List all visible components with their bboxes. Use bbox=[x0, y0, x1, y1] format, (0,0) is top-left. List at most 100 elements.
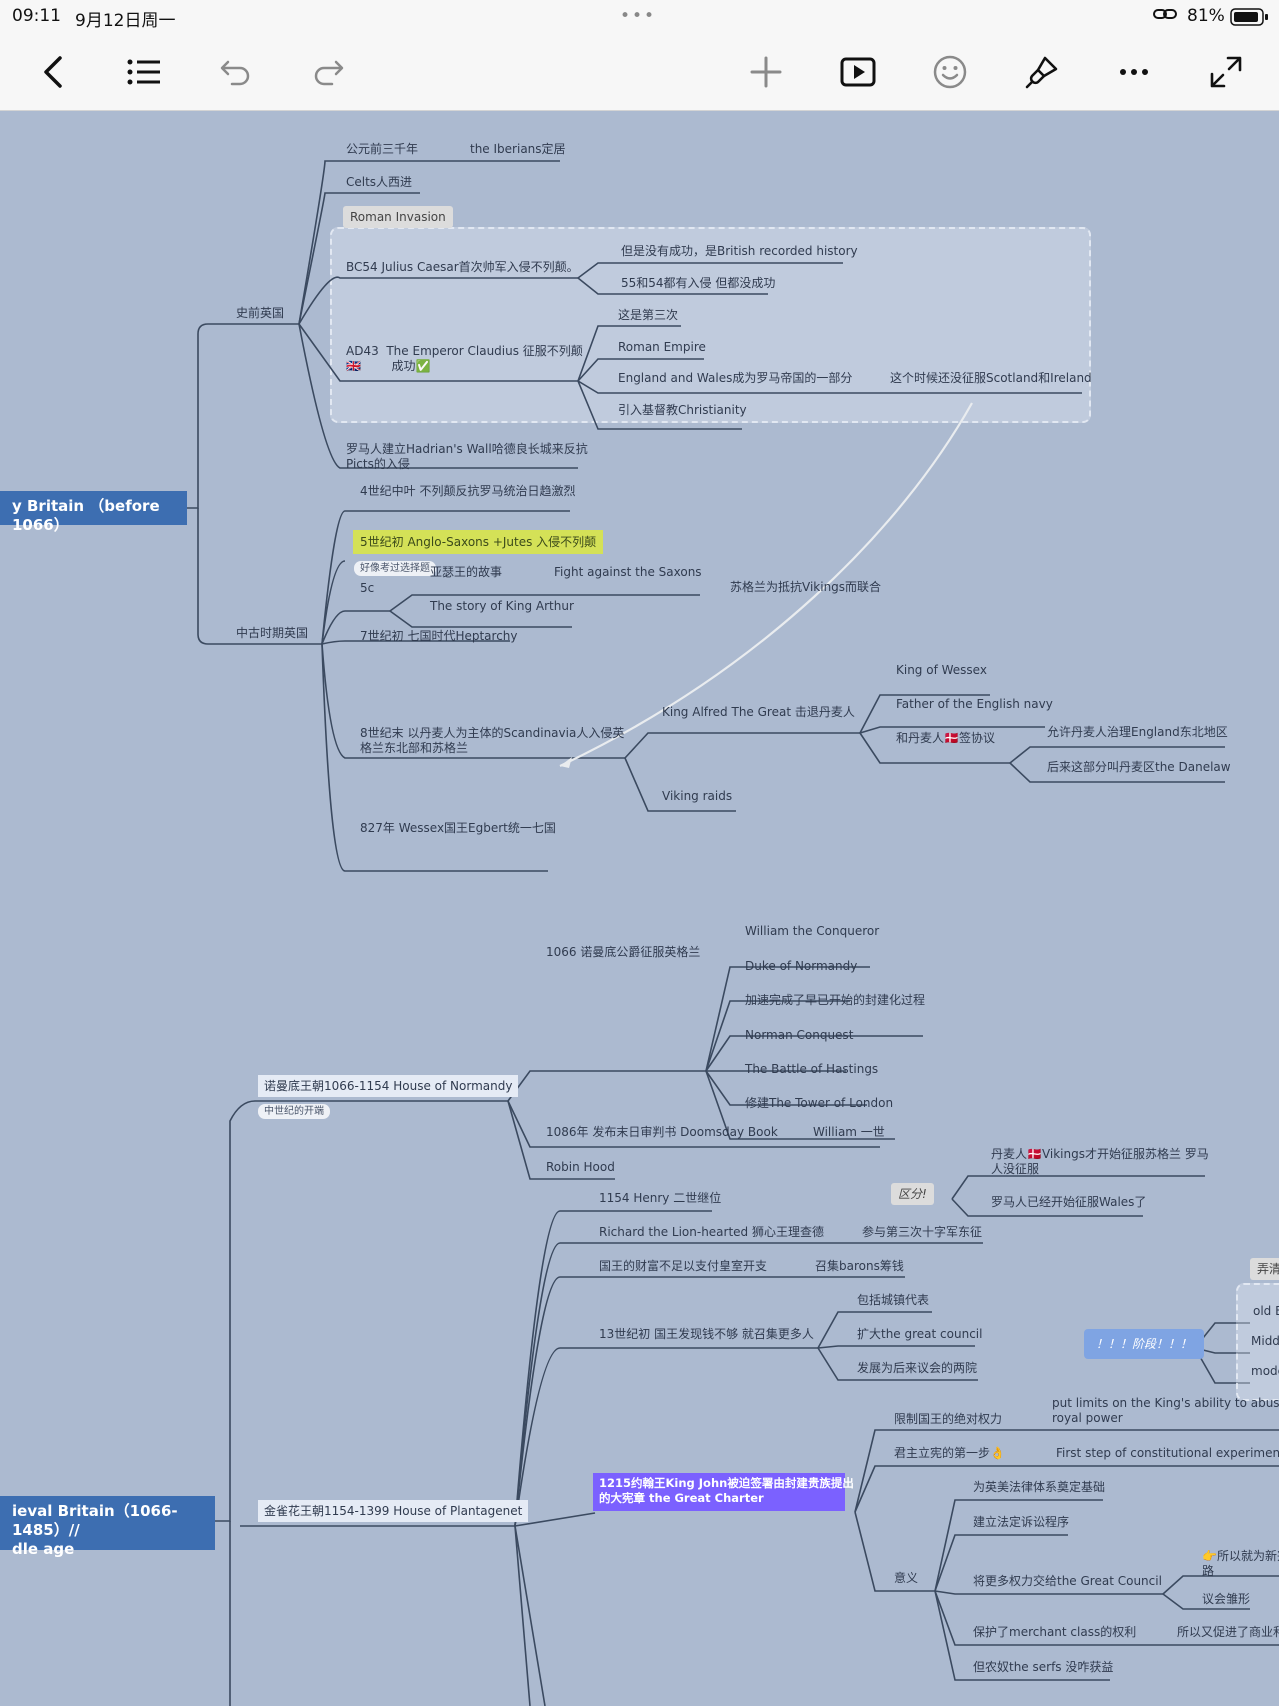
node-ad43-christianity[interactable]: 引入基督教Christianity bbox=[618, 403, 747, 418]
sticker-button[interactable] bbox=[926, 48, 974, 96]
node-summon-barons[interactable]: 召集barons筹钱 bbox=[815, 1259, 904, 1274]
battery-icon bbox=[1230, 7, 1270, 32]
fullscreen-button[interactable] bbox=[1202, 48, 1250, 96]
boundary-title-roman-invasion[interactable]: Roman Invasion bbox=[343, 206, 453, 228]
back-button[interactable] bbox=[30, 48, 78, 96]
node-king-of-wessex[interactable]: King of Wessex bbox=[896, 663, 987, 678]
node-significance[interactable]: 意义 bbox=[894, 1571, 918, 1586]
node-royal-wealth[interactable]: 国王的财富不足以支付皇室开支 bbox=[599, 1259, 767, 1274]
tag-medieval-start[interactable]: 中世纪的开端 bbox=[258, 1104, 330, 1119]
format-button[interactable] bbox=[1018, 48, 1066, 96]
node-two-houses[interactable]: 发展为后来议会的两院 bbox=[857, 1361, 977, 1376]
node-battle-of-hastings[interactable]: The Battle of Hastings bbox=[745, 1062, 878, 1077]
node-robin-hood[interactable]: Robin Hood bbox=[546, 1160, 615, 1175]
boundary-title-stages[interactable]: 弄清 bbox=[1250, 1258, 1279, 1280]
node-bc54-55-54[interactable]: 55和54都有入侵 但都没成功 bbox=[621, 276, 775, 291]
node-legal-procedure[interactable]: 建立法定诉讼程序 bbox=[973, 1515, 1069, 1530]
node-romans-wales[interactable]: 罗马人已经开始征服Wales了 bbox=[991, 1195, 1146, 1210]
more-button[interactable] bbox=[1110, 48, 1158, 96]
node-danish-treaty[interactable]: 和丹麦人🇩🇰签协议 bbox=[896, 731, 995, 746]
node-bc54[interactable]: BC54 Julius Caesar首次帅军入侵不列颠。 bbox=[346, 260, 579, 275]
node-827-egbert[interactable]: 827年 Wessex国王Egbert统一七国 bbox=[360, 821, 556, 836]
node-william-first[interactable]: William 一世 bbox=[813, 1125, 885, 1140]
more-icon bbox=[1120, 69, 1148, 75]
node-danes-scotland[interactable]: 丹麦人🇩🇰Vikings才开始征服苏格兰 罗马 人没征服 bbox=[991, 1147, 1209, 1177]
node-3000bc[interactable]: 公元前三千年 bbox=[346, 142, 418, 157]
node-merchant-rights[interactable]: 保护了merchant class的权利 bbox=[973, 1625, 1136, 1640]
undo-button[interactable] bbox=[212, 48, 260, 96]
node-henry-second[interactable]: 1154 Henry 二世继位 bbox=[599, 1191, 721, 1206]
node-norman-conquest[interactable]: Norman Conquest bbox=[745, 1028, 853, 1043]
node-13th-century[interactable]: 13世纪初 国王发现钱不够 就召集更多人 bbox=[599, 1327, 814, 1342]
node-king-alfred[interactable]: King Alfred The Great 击退丹麦人 bbox=[662, 705, 855, 720]
node-doomsday-book[interactable]: 1086年 发布末日审判书 Doomsday Book bbox=[546, 1125, 778, 1140]
node-medieval-early[interactable]: 中古时期英国 bbox=[236, 626, 308, 641]
node-4th-century[interactable]: 4世纪中叶 不列颠反抗罗马统治日趋激烈 bbox=[360, 484, 575, 499]
node-duke-of-normandy[interactable]: Duke of Normandy bbox=[745, 959, 857, 974]
mindmap-canvas[interactable]: y Britain （before 1066） ieval Britain（10… bbox=[0, 111, 1279, 1706]
node-legal-system[interactable]: 为英美法律体系奠定基础 bbox=[973, 1480, 1105, 1495]
node-limit-power[interactable]: 限制国王的绝对权力 bbox=[894, 1412, 1002, 1427]
node-arthur-story-cn[interactable]: 亚瑟王的故事 bbox=[430, 565, 502, 580]
node-great-council[interactable]: 扩大the great council bbox=[857, 1327, 982, 1342]
node-danelaw[interactable]: 后来这部分叫丹麦区the Danelaw bbox=[1047, 760, 1231, 775]
node-old-english[interactable]: old E bbox=[1253, 1304, 1279, 1319]
node-town-reps[interactable]: 包括城镇代表 bbox=[857, 1293, 929, 1308]
node-danes-govern[interactable]: 允许丹麦人治理England东北地区 bbox=[1047, 725, 1228, 740]
node-7th-century[interactable]: 7世纪初 七国时代Heptarchy bbox=[360, 629, 518, 644]
node-ad43-scotland-ireland[interactable]: 这个时候还没征服Scotland和Ireland bbox=[890, 371, 1092, 386]
root-early-britain[interactable]: y Britain （before 1066） bbox=[0, 491, 187, 534]
undo-icon bbox=[220, 60, 250, 86]
status-time: 09:11 bbox=[12, 6, 61, 26]
node-celts[interactable]: Celts人西进 bbox=[346, 175, 412, 190]
node-ad43[interactable]: AD43 The Emperor Claudius 征服不列颠 🇬🇧 成功✅ bbox=[346, 344, 583, 374]
node-iberians[interactable]: the Iberians定居 bbox=[470, 142, 566, 157]
expand-icon bbox=[1210, 56, 1242, 88]
node-5c[interactable]: 5c bbox=[360, 581, 374, 596]
node-first-step[interactable]: 君主立宪的第一步👌 bbox=[894, 1446, 1005, 1461]
tag-exam-question[interactable]: 好像考过选择题 bbox=[354, 561, 436, 576]
node-commerce[interactable]: 所以又促进了商业和 bbox=[1177, 1625, 1279, 1640]
relation-label-scotland[interactable]: 苏格兰为抵抗Vikings而联合 bbox=[730, 580, 881, 595]
node-serfs[interactable]: 但农奴the serfs 没咋获益 bbox=[973, 1660, 1113, 1675]
node-arthur-fight[interactable]: Fight against the Saxons bbox=[554, 565, 702, 580]
battery-percent: 81% bbox=[1187, 6, 1225, 26]
root-medieval-britain[interactable]: ieval Britain（1066-1485）// dle age bbox=[0, 1496, 215, 1558]
node-viking-raids[interactable]: Viking raids bbox=[662, 789, 732, 804]
redo-button[interactable] bbox=[304, 48, 352, 96]
status-date: 9月12日周一 bbox=[75, 11, 176, 31]
node-1066-conquest[interactable]: 1066 诺曼底公爵征服英格兰 bbox=[546, 945, 700, 960]
multitask-dots-icon[interactable]: ••• bbox=[620, 6, 656, 26]
node-magna-carta[interactable]: 1215约翰王King John被迫签署由封建贵族提出 的大宪章 the Gre… bbox=[593, 1473, 854, 1511]
node-richard-lionheart[interactable]: Richard the Lion-hearted 狮心王理查德 bbox=[599, 1225, 824, 1240]
play-button[interactable] bbox=[834, 48, 882, 96]
outline-button[interactable] bbox=[120, 48, 168, 96]
node-ad43-third[interactable]: 这是第三次 bbox=[618, 308, 678, 323]
node-feudalization[interactable]: 加速完成了早已开始的封建化过程 bbox=[745, 993, 925, 1008]
node-house-of-plantagenet[interactable]: 金雀花王朝1154-1399 House of Plantagenet bbox=[258, 1500, 529, 1522]
node-hadrian-wall[interactable]: 罗马人建立Hadrian's Wall哈德良长城来反抗 Picts的入侵 bbox=[346, 442, 588, 472]
tag-stages[interactable]: ！！！阶段！！！ bbox=[1084, 1329, 1205, 1359]
node-tower-of-london[interactable]: 修建The Tower of London bbox=[745, 1096, 893, 1111]
node-ad43-england-wales[interactable]: England and Wales成为罗马帝国的一部分 bbox=[618, 371, 852, 386]
node-new-path[interactable]: 👉所以就为新兴 路 bbox=[1202, 1549, 1279, 1579]
node-modern-english[interactable]: mode bbox=[1251, 1364, 1279, 1379]
node-ad43-empire[interactable]: Roman Empire bbox=[618, 340, 706, 355]
node-father-of-navy[interactable]: Father of the English navy bbox=[896, 697, 1053, 712]
node-limit-power-en[interactable]: put limits on the King's ability to abus… bbox=[1052, 1396, 1279, 1426]
node-parliament-prototype[interactable]: 议会雏形 bbox=[1202, 1592, 1250, 1607]
node-first-step-en[interactable]: First step of constitutional experiment bbox=[1056, 1446, 1279, 1461]
node-prehistoric[interactable]: 史前英国 bbox=[236, 306, 284, 321]
add-node-button[interactable] bbox=[742, 48, 790, 96]
node-8th-century[interactable]: 8世纪末 以丹麦人为主体的Scandinavia人入侵英 格兰东北部和苏格兰 bbox=[360, 726, 624, 756]
node-middle-english[interactable]: Midd bbox=[1251, 1334, 1279, 1349]
paintbrush-icon bbox=[1025, 56, 1058, 89]
node-arthur-story-en[interactable]: The story of King Arthur bbox=[430, 599, 574, 614]
tag-distinguish[interactable]: 区分! bbox=[891, 1183, 934, 1205]
node-bc54-failed[interactable]: 但是没有成功，是British recorded history bbox=[621, 244, 858, 259]
node-house-of-normandy[interactable]: 诺曼底王朝1066-1154 House of Normandy bbox=[258, 1075, 519, 1097]
node-william-conqueror[interactable]: William the Conqueror bbox=[745, 924, 879, 939]
node-third-crusade[interactable]: 参与第三次十字军东征 bbox=[862, 1225, 982, 1240]
node-5th-century[interactable]: 5世纪初 Anglo-Saxons +Jutes 入侵不列颠 bbox=[353, 530, 604, 554]
node-more-power-council[interactable]: 将更多权力交给the Great Council bbox=[973, 1574, 1162, 1589]
